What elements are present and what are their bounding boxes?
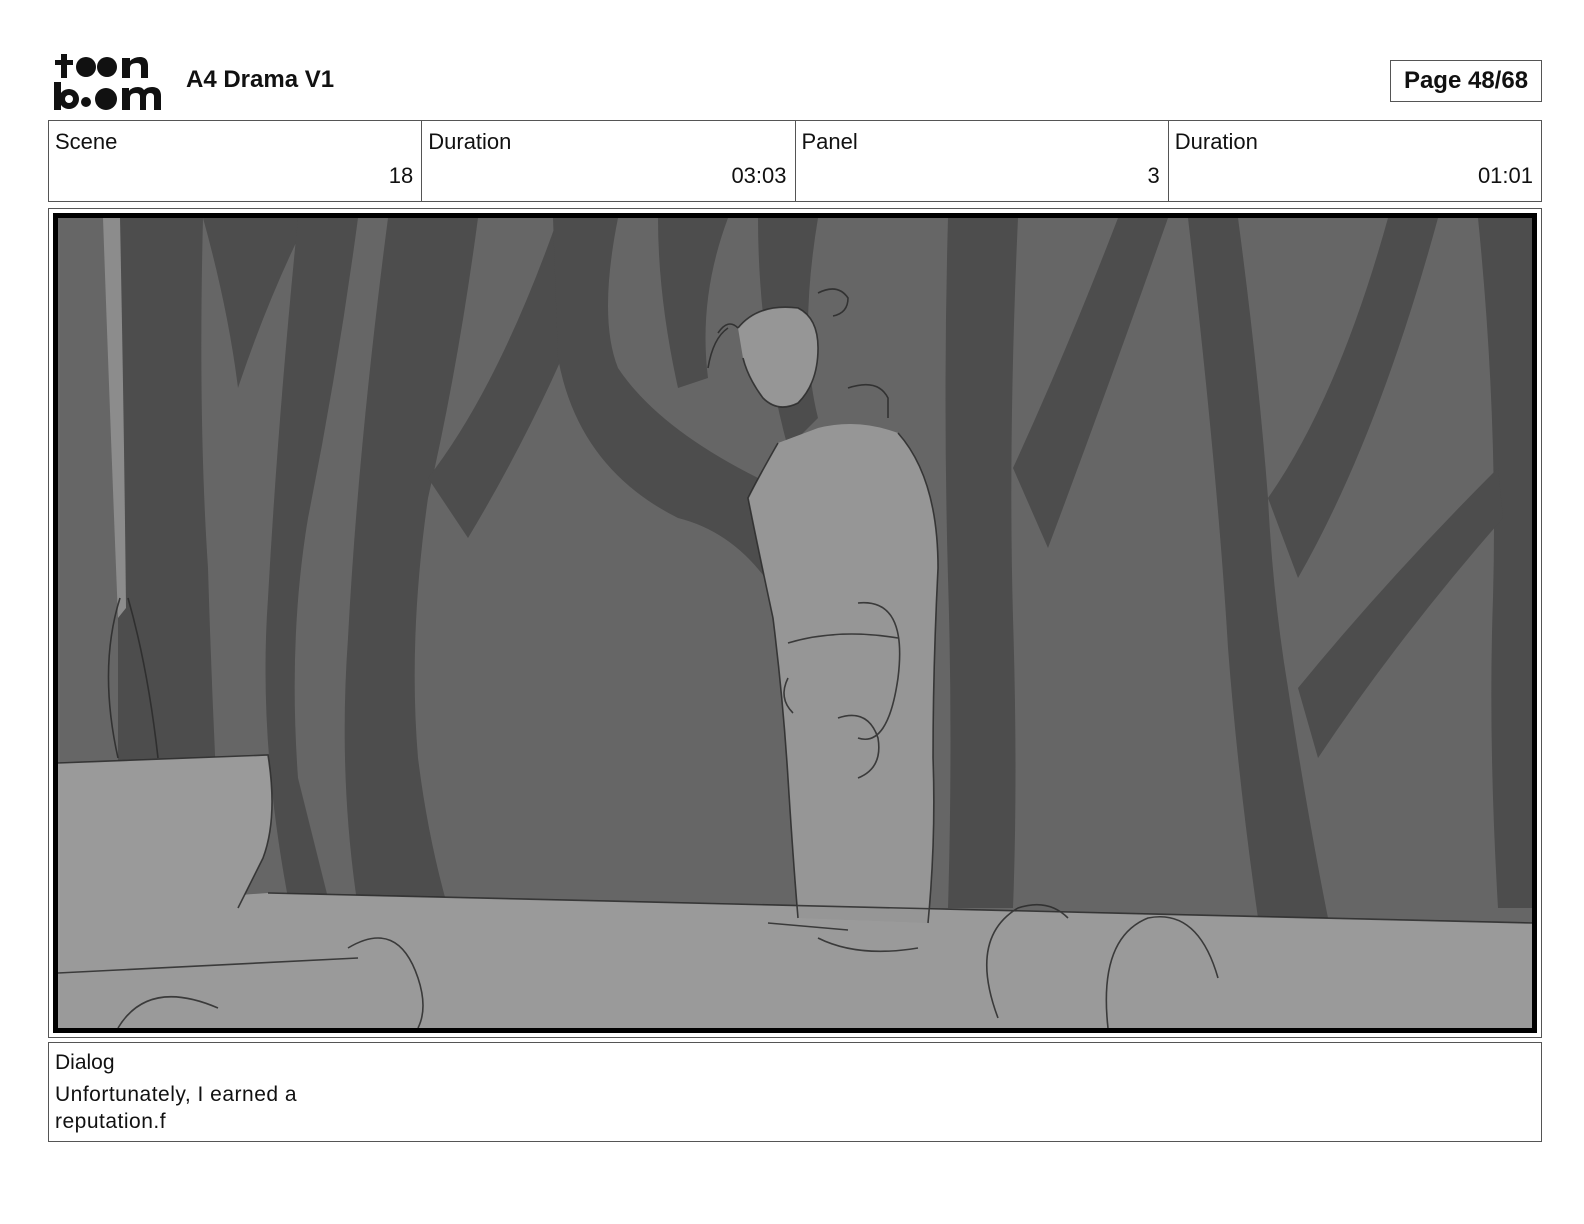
panel-duration-value: 01:01 <box>1477 163 1533 188</box>
dialog-box: Dialog Unfortunately, I earned a reputat… <box>48 1042 1542 1142</box>
scene-cell: Scene 18 <box>49 121 423 201</box>
panel-duration-label: Duration <box>1174 129 1258 154</box>
storyboard-panel-frame <box>48 208 1542 1038</box>
scene-duration-cell: Duration 03:03 <box>422 121 796 201</box>
dialog-label: Dialog <box>55 1051 115 1074</box>
page-indicator: Page 48/68 <box>1390 60 1542 102</box>
storyboard-sketch <box>53 213 1537 1033</box>
panel-value: 3 <box>1147 163 1160 188</box>
document-title: A4 Drama V1 <box>186 66 335 93</box>
panel-duration-cell: Duration 01:01 <box>1169 121 1541 201</box>
toonboom-logo <box>52 50 164 112</box>
scene-duration-value: 03:03 <box>731 163 787 188</box>
dialog-text: Unfortunately, I earned a reputation.f <box>55 1083 298 1133</box>
panel-label: Panel <box>801 129 858 154</box>
scene-duration-label: Duration <box>428 129 512 154</box>
scene-info-row: Scene 18 Duration 03:03 Panel 3 Duration… <box>48 120 1542 202</box>
scene-label: Scene <box>55 129 118 154</box>
scene-value: 18 <box>388 163 414 188</box>
panel-cell: Panel 3 <box>796 121 1169 201</box>
